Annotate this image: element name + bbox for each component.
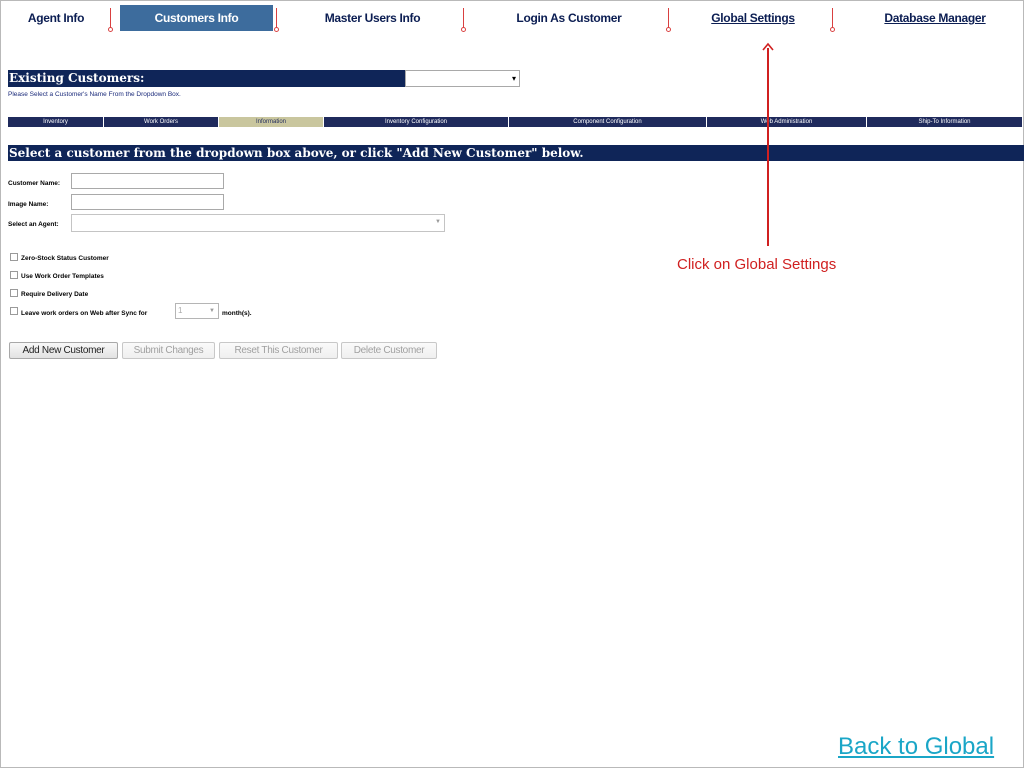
require-delivery-checkbox[interactable] — [10, 289, 18, 297]
nav-customers-info[interactable]: Customers Info — [120, 5, 273, 31]
top-nav: Agent Info Customers Info Master Users I… — [0, 5, 1024, 32]
nav-database-manager[interactable]: Database Manager — [866, 5, 1004, 31]
delete-customer-button[interactable]: Delete Customer — [341, 342, 437, 359]
customer-dropdown[interactable]: ▾ — [405, 70, 520, 87]
zero-stock-label: Zero-Stock Status Customer — [21, 255, 109, 262]
customer-name-label: Customer Name: — [8, 180, 61, 187]
image-name-input[interactable] — [71, 194, 224, 210]
work-order-templates-checkbox[interactable] — [10, 271, 18, 279]
tab-information[interactable]: Information — [218, 117, 323, 127]
months-value: 1 — [178, 306, 183, 315]
add-new-customer-button[interactable]: Add New Customer — [9, 342, 118, 359]
back-to-global-link[interactable]: Back to Global — [838, 733, 994, 761]
tab-component-configuration[interactable]: Component Configuration — [508, 117, 706, 127]
work-order-templates-label: Use Work Order Templates — [21, 273, 104, 280]
months-suffix-label: month(s). — [222, 310, 252, 317]
dropdown-arrow-icon: ▾ — [511, 74, 516, 83]
existing-customers-heading: Existing Customers: — [8, 70, 405, 87]
nav-login-as-customer[interactable]: Login As Customer — [494, 5, 644, 31]
slide-frame — [0, 0, 1024, 768]
tab-inventory[interactable]: Inventory — [8, 117, 103, 127]
select-customer-message: Select a customer from the dropdown box … — [8, 145, 1024, 161]
dropdown-arrow-icon: ▼ — [435, 219, 441, 225]
nav-separator — [461, 8, 466, 32]
require-delivery-label: Require Delivery Date — [21, 291, 89, 298]
nav-master-users-info[interactable]: Master Users Info — [300, 5, 445, 31]
annotation-arrowhead-icon — [762, 42, 774, 51]
image-name-label: Image Name: — [8, 201, 49, 208]
tab-inventory-configuration[interactable]: Inventory Configuration — [323, 117, 508, 127]
submit-changes-button[interactable]: Submit Changes — [122, 342, 215, 359]
reset-customer-button[interactable]: Reset This Customer — [219, 342, 338, 359]
nav-global-settings[interactable]: Global Settings — [690, 5, 816, 31]
agent-label: Select an Agent: — [8, 221, 59, 228]
zero-stock-checkbox[interactable] — [10, 253, 18, 261]
dropdown-arrow-icon: ▼ — [209, 308, 215, 314]
tab-ship-to-information[interactable]: Ship-To Information — [866, 117, 1022, 127]
leave-orders-label: Leave work orders on Web after Sync for — [21, 310, 148, 317]
nav-separator — [108, 8, 113, 32]
customer-name-input[interactable] — [71, 173, 224, 189]
customer-tabs: Inventory Work Orders Information Invent… — [8, 117, 1022, 127]
nav-agent-info[interactable]: Agent Info — [8, 5, 104, 31]
dropdown-hint: Please Select a Customer's Name From the… — [8, 91, 181, 98]
nav-separator — [666, 8, 671, 32]
leave-orders-checkbox[interactable] — [10, 307, 18, 315]
annotation-arrow-line — [767, 48, 769, 246]
annotation-callout: Click on Global Settings — [677, 256, 837, 273]
nav-separator — [830, 8, 835, 32]
agent-select[interactable]: ▼ — [71, 214, 445, 232]
tab-web-administration[interactable]: Web Administration — [706, 117, 866, 127]
tab-work-orders[interactable]: Work Orders — [103, 117, 218, 127]
months-select[interactable]: 1 ▼ — [175, 303, 219, 319]
nav-separator — [274, 8, 279, 32]
